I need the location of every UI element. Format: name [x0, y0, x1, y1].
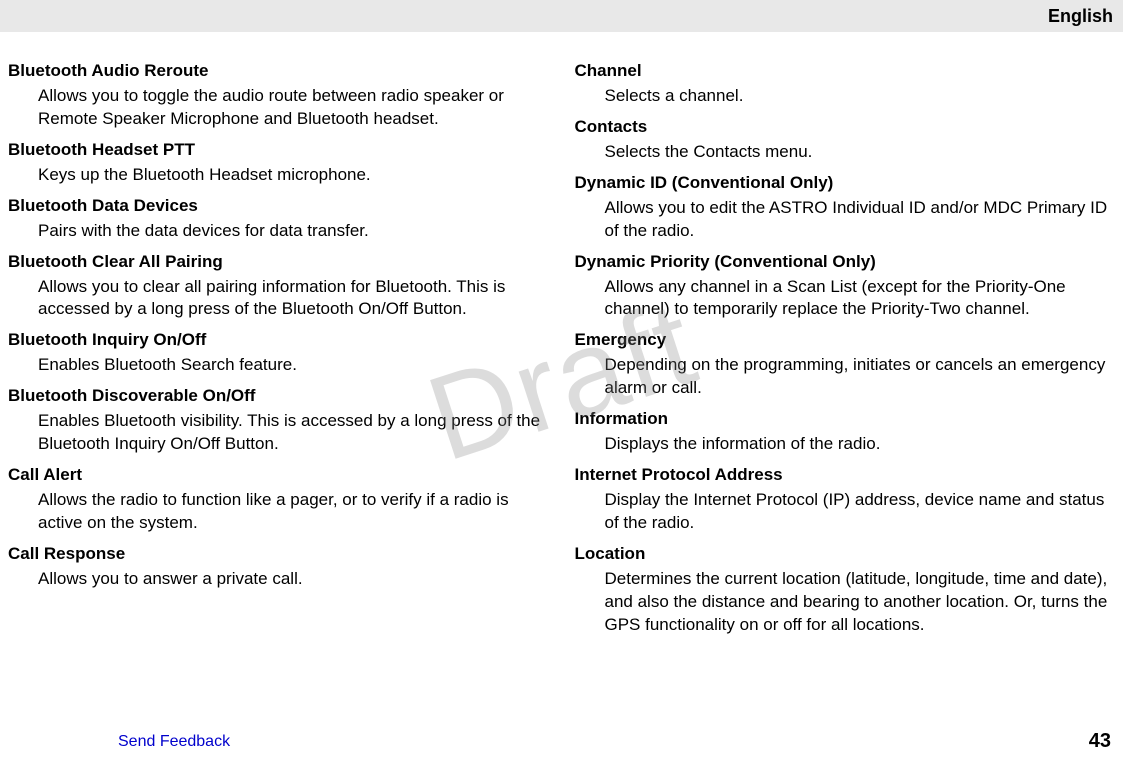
definition-description: Keys up the Bluetooth Headset microphone… — [8, 162, 545, 187]
definition-entry: Contacts Selects the Contacts menu. — [575, 116, 1112, 164]
right-column: Channel Selects a channel. Contacts Sele… — [575, 60, 1112, 645]
definition-description: Determines the current location (latitud… — [575, 566, 1112, 637]
definition-term: Bluetooth Data Devices — [8, 195, 545, 218]
left-column: Bluetooth Audio Reroute Allows you to to… — [8, 60, 545, 645]
definition-term: Dynamic ID (Conventional Only) — [575, 172, 1112, 195]
definition-description: Allows you to answer a private call. — [8, 566, 545, 591]
page-content: Bluetooth Audio Reroute Allows you to to… — [0, 32, 1123, 645]
definition-description: Enables Bluetooth Search feature. — [8, 352, 545, 377]
definition-entry: Bluetooth Audio Reroute Allows you to to… — [8, 60, 545, 131]
definition-entry: Bluetooth Discoverable On/Off Enables Bl… — [8, 385, 545, 456]
definition-term: Bluetooth Discoverable On/Off — [8, 385, 545, 408]
definition-entry: Bluetooth Headset PTT Keys up the Blueto… — [8, 139, 545, 187]
definition-entry: Emergency Depending on the programming, … — [575, 329, 1112, 400]
definition-description: Pairs with the data devices for data tra… — [8, 218, 545, 243]
definition-description: Selects the Contacts menu. — [575, 139, 1112, 164]
definition-term: Internet Protocol Address — [575, 464, 1112, 487]
definition-entry: Bluetooth Data Devices Pairs with the da… — [8, 195, 545, 243]
definition-description: Selects a channel. — [575, 83, 1112, 108]
definition-entry: Dynamic ID (Conventional Only) Allows yo… — [575, 172, 1112, 243]
definition-entry: Information Displays the information of … — [575, 408, 1112, 456]
definition-entry: Call Alert Allows the radio to function … — [8, 464, 545, 535]
definition-term: Information — [575, 408, 1112, 431]
definition-term: Contacts — [575, 116, 1112, 139]
definition-entry: Internet Protocol Address Display the In… — [575, 464, 1112, 535]
page-footer: Send Feedback 43 — [0, 730, 1123, 753]
definition-entry: Call Response Allows you to answer a pri… — [8, 543, 545, 591]
page-number: 43 — [1089, 730, 1111, 753]
definition-term: Channel — [575, 60, 1112, 83]
send-feedback-link[interactable]: Send Feedback — [118, 733, 230, 751]
definition-term: Location — [575, 543, 1112, 566]
definition-term: Bluetooth Audio Reroute — [8, 60, 545, 83]
definition-term: Call Response — [8, 543, 545, 566]
language-label: English — [1048, 6, 1113, 27]
definition-entry: Location Determines the current location… — [575, 543, 1112, 637]
definition-description: Allows any channel in a Scan List (excep… — [575, 274, 1112, 322]
definition-term: Emergency — [575, 329, 1112, 352]
definition-description: Allows you to clear all pairing informat… — [8, 274, 545, 322]
definition-term: Bluetooth Headset PTT — [8, 139, 545, 162]
definition-description: Allows the radio to function like a page… — [8, 487, 545, 535]
definition-description: Allows you to edit the ASTRO Individual … — [575, 195, 1112, 243]
definition-entry: Bluetooth Clear All Pairing Allows you t… — [8, 251, 545, 322]
definition-entry: Dynamic Priority (Conventional Only) All… — [575, 251, 1112, 322]
definition-description: Displays the information of the radio. — [575, 431, 1112, 456]
definition-description: Enables Bluetooth visibility. This is ac… — [8, 408, 545, 456]
definition-term: Dynamic Priority (Conventional Only) — [575, 251, 1112, 274]
definition-term: Bluetooth Clear All Pairing — [8, 251, 545, 274]
definition-term: Call Alert — [8, 464, 545, 487]
definition-entry: Channel Selects a channel. — [575, 60, 1112, 108]
header-bar: English — [0, 0, 1123, 32]
definition-description: Depending on the programming, initiates … — [575, 352, 1112, 400]
definition-description: Display the Internet Protocol (IP) addre… — [575, 487, 1112, 535]
definition-entry: Bluetooth Inquiry On/Off Enables Bluetoo… — [8, 329, 545, 377]
definition-description: Allows you to toggle the audio route bet… — [8, 83, 545, 131]
definition-term: Bluetooth Inquiry On/Off — [8, 329, 545, 352]
